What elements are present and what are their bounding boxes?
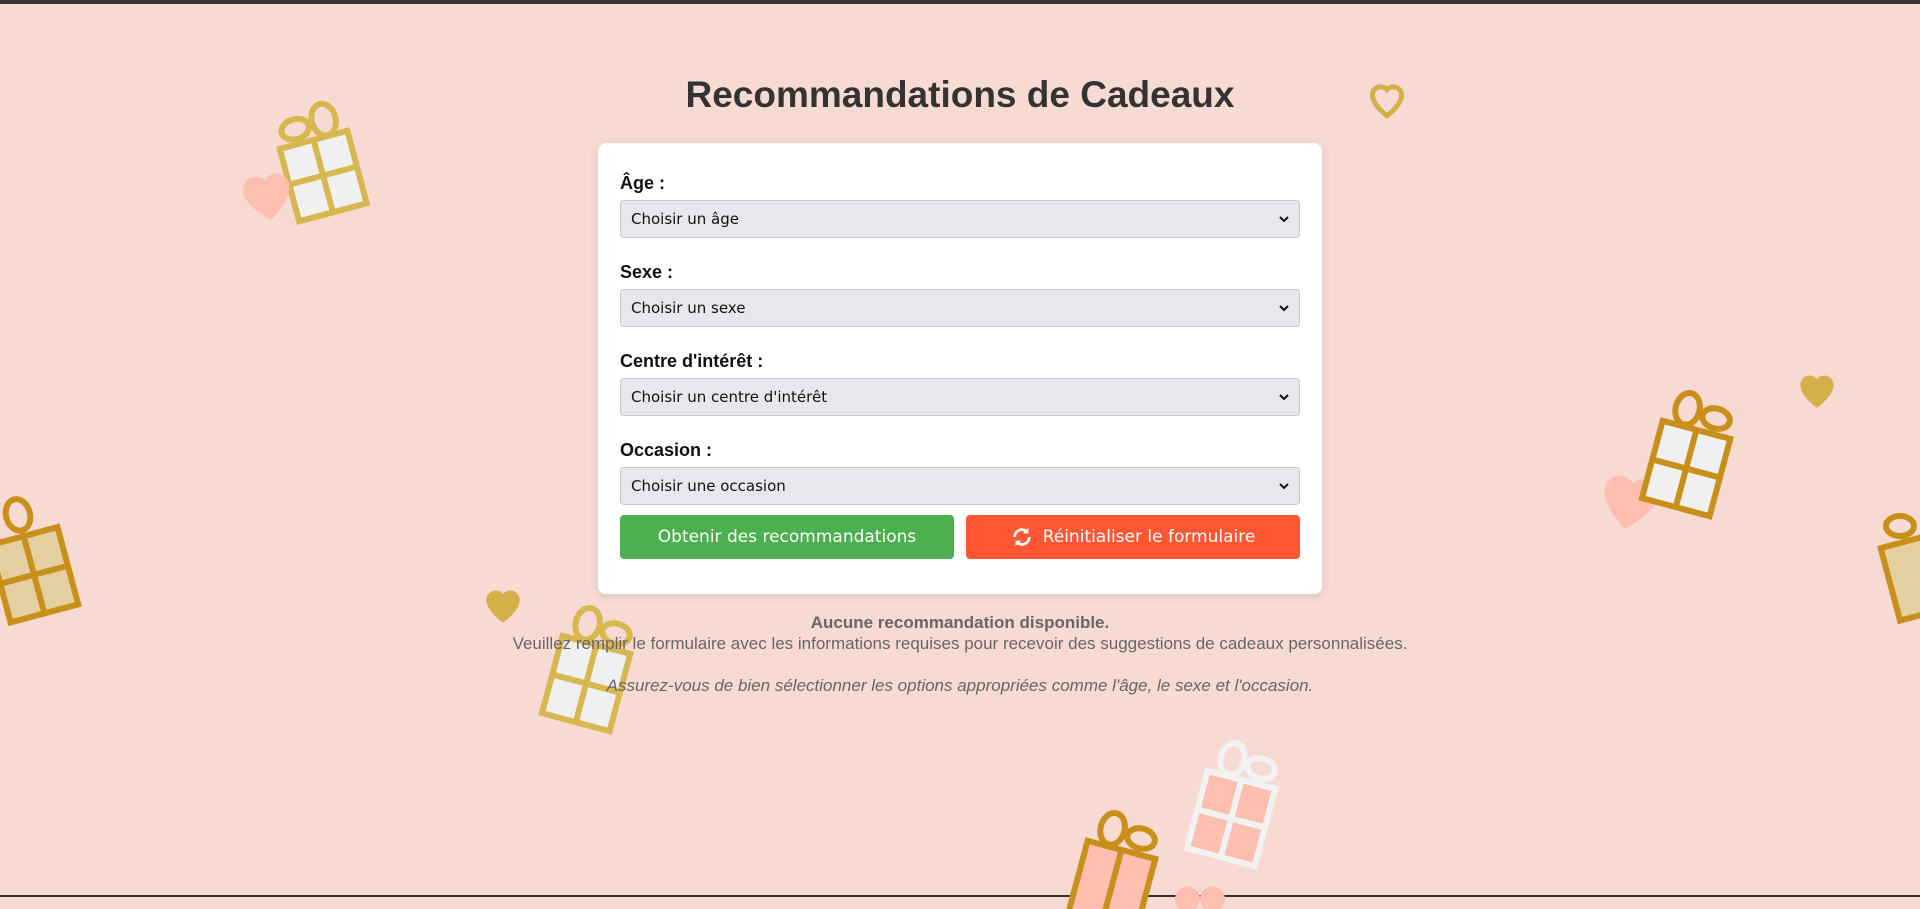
heart-icon — [232, 159, 302, 229]
occasion-label: Occasion : — [620, 440, 1300, 461]
gift-icon — [1055, 799, 1175, 909]
occasion-field: Occasion : Choisir une occasion — [620, 440, 1300, 505]
gift-form: Âge : Choisir un âge Sexe : Choisir un s… — [598, 143, 1322, 594]
interest-select-value: Choisir un centre d'intérêt — [631, 388, 827, 406]
interest-select[interactable]: Choisir un centre d'intérêt — [620, 378, 1300, 416]
age-label: Âge : — [620, 173, 1300, 194]
age-select-value: Choisir un âge — [631, 210, 739, 228]
gift-icon — [1630, 379, 1750, 529]
heart-icon — [1590, 459, 1670, 539]
chevron-down-icon — [1277, 390, 1291, 404]
chevron-down-icon — [1277, 301, 1291, 315]
get-recommendations-label: Obtenir des recommandations — [658, 527, 916, 547]
reset-form-label: Réinitialiser le formulaire — [1043, 527, 1256, 547]
form-buttons: Obtenir des recommandations Réinitialise… — [620, 515, 1300, 559]
occasion-select-value: Choisir une occasion — [631, 477, 786, 495]
sex-label: Sexe : — [620, 262, 1300, 283]
refresh-icon — [1011, 526, 1033, 548]
page-title: Recommandations de Cadeaux — [0, 74, 1920, 116]
heart-icon — [1170, 879, 1230, 909]
sex-field: Sexe : Choisir un sexe — [620, 262, 1300, 327]
gift-icon — [0, 484, 90, 634]
sex-select[interactable]: Choisir un sexe — [620, 289, 1300, 327]
age-field: Âge : Choisir un âge — [620, 173, 1300, 238]
chevron-down-icon — [1277, 479, 1291, 493]
interest-field: Centre d'intérêt : Choisir un centre d'i… — [620, 351, 1300, 416]
heart-icon — [1792, 364, 1842, 414]
reset-form-button[interactable]: Réinitialiser le formulaire — [966, 515, 1300, 559]
empty-state-hint: Assurez-vous de bien sélectionner les op… — [0, 676, 1920, 696]
age-select[interactable]: Choisir un âge — [620, 200, 1300, 238]
empty-state-body: Veuillez remplir le formulaire avec les … — [0, 634, 1920, 654]
interest-label: Centre d'intérêt : — [620, 351, 1300, 372]
chevron-down-icon — [1277, 212, 1291, 226]
gift-icon — [1175, 729, 1295, 879]
occasion-select[interactable]: Choisir une occasion — [620, 467, 1300, 505]
sex-select-value: Choisir un sexe — [631, 299, 745, 317]
empty-state-title: Aucune recommandation disponible. — [0, 613, 1920, 633]
get-recommendations-button[interactable]: Obtenir des recommandations — [620, 515, 954, 559]
